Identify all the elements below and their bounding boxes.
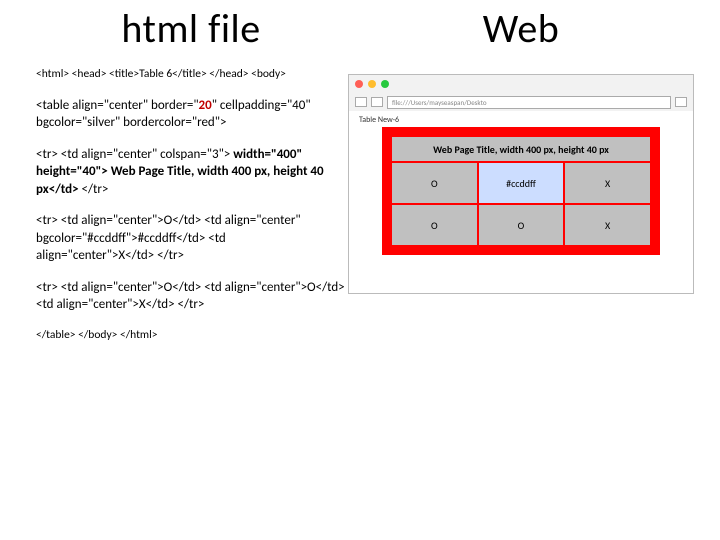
heading-html-file: html file: [36, 4, 346, 53]
cell-r1c1: O: [391, 162, 478, 204]
table-row: O O X: [391, 204, 651, 246]
code-row3: <tr> <td align="center">O</td> <td align…: [36, 279, 346, 314]
cell-r1c3: X: [564, 162, 651, 204]
address-bar[interactable]: file:///Users/mayseaspan/Deskto: [387, 96, 671, 109]
cell-r2c1: O: [391, 204, 478, 246]
browser-viewport: Table New-6 Web Page Title, width 400 px…: [349, 111, 693, 293]
code-text: </tr>: [79, 182, 109, 197]
table-row: O #ccddff X: [391, 162, 651, 204]
code-close: </table> </body> </html>: [36, 328, 346, 344]
cell-r1c2: #ccddff: [478, 162, 565, 204]
nav-forward-button[interactable]: [371, 97, 383, 107]
window-close-icon[interactable]: [355, 80, 363, 88]
cell-r2c3: X: [564, 204, 651, 246]
code-line-head: <html> <head> <title>Table 6</title> </h…: [36, 67, 346, 83]
rendered-table: Web Page Title, width 400 px, height 40 …: [382, 127, 660, 255]
cell-r2c2: O: [478, 204, 565, 246]
code-listing: <html> <head> <title>Table 6</title> </h…: [36, 67, 346, 344]
browser-window: file:///Users/mayseaspan/Deskto Table Ne…: [348, 74, 694, 294]
window-zoom-icon[interactable]: [381, 80, 389, 88]
code-text: <tr> <td align="center" colspan="3">: [36, 147, 233, 162]
table-title-cell: Web Page Title, width 400 px, height 40 …: [391, 136, 651, 162]
nav-back-button[interactable]: [355, 97, 367, 107]
code-border-value: 20: [199, 98, 212, 113]
nav-reload-button[interactable]: [675, 97, 687, 107]
browser-toolbar: file:///Users/mayseaspan/Deskto: [349, 93, 693, 111]
code-text: <table align="center" border=": [36, 98, 199, 113]
window-titlebar: [349, 75, 693, 93]
code-table-open: <table align="center" border="20" cellpa…: [36, 97, 346, 132]
code-row2: <tr> <td align="center">O</td> <td align…: [36, 212, 346, 265]
heading-web: Web: [348, 4, 694, 53]
code-row1: <tr> <td align="center" colspan="3"> wid…: [36, 146, 346, 199]
tab-label: Table New-6: [359, 115, 693, 125]
window-minimize-icon[interactable]: [368, 80, 376, 88]
